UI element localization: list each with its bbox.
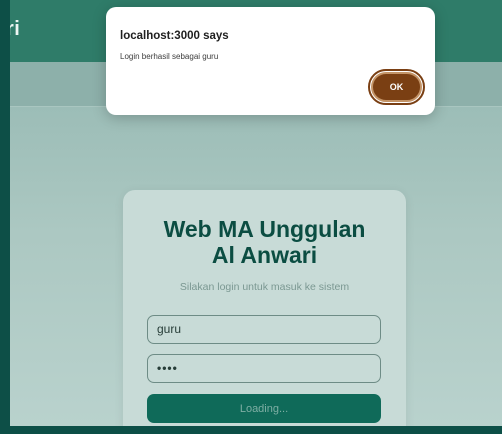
username-input[interactable]: guru [147, 315, 381, 344]
login-title-line1: Web MA Unggulan [163, 216, 366, 242]
alert-message: Login berhasil sebagai guru [120, 52, 219, 61]
password-input[interactable]: •••• [147, 354, 381, 383]
alert-ok-button[interactable]: OK [368, 69, 425, 105]
alert-title: localhost:3000 says [120, 30, 229, 42]
main-content: Web MA Unggulan Al Anwari Silakan login … [10, 107, 502, 426]
login-button[interactable]: Loading... [147, 394, 381, 423]
login-title: Web MA Unggulan Al Anwari [123, 216, 406, 268]
navbar-brand[interactable]: ri [10, 18, 20, 41]
login-subtitle: Silakan login untuk masuk ke sistem [179, 281, 350, 293]
alert-dialog: localhost:3000 says Login berhasil sebag… [106, 7, 435, 115]
login-title-line2: Al Anwari [211, 242, 318, 268]
login-card: Web MA Unggulan Al Anwari Silakan login … [123, 190, 406, 426]
